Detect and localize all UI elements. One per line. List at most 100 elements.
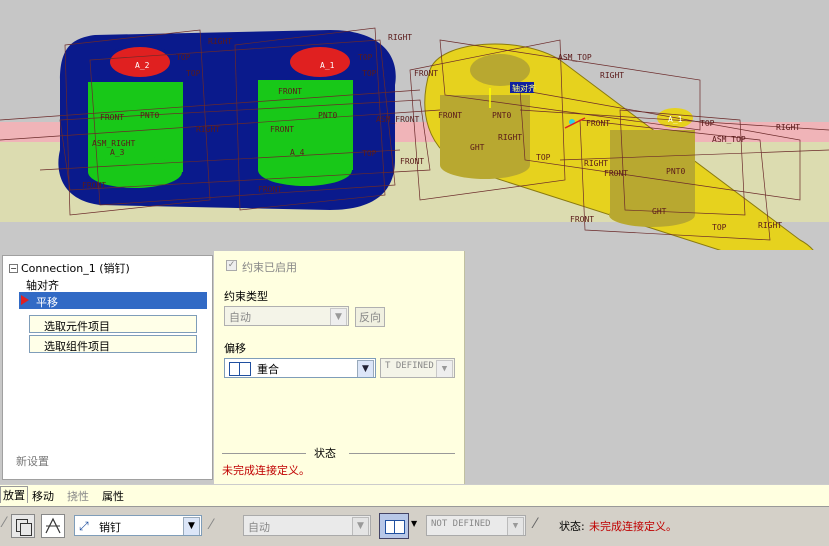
offset-toolbar-button[interactable] bbox=[379, 513, 409, 539]
datum-label-asm-front: ASM_FRONT bbox=[376, 115, 420, 124]
constraint-enabled-checkbox[interactable]: ✓ bbox=[226, 260, 237, 271]
user-defined-button[interactable] bbox=[41, 514, 65, 538]
collapse-icon[interactable]: − bbox=[9, 264, 18, 273]
datum-label-front: FRONT bbox=[400, 157, 424, 166]
datum-label-top: TOP bbox=[712, 223, 727, 232]
chevron-down-icon[interactable]: ▼ bbox=[357, 360, 374, 377]
datum-label-top: TOP bbox=[536, 153, 551, 162]
new-setup-link[interactable]: 新设置 bbox=[16, 453, 49, 469]
chevron-down-icon[interactable]: ▼ bbox=[411, 519, 417, 528]
datum-label-front: FRONT bbox=[586, 119, 610, 128]
datum-label-front: FRONT bbox=[270, 125, 294, 134]
flip-icon[interactable]: ⁄ bbox=[534, 516, 536, 532]
coincident-icon bbox=[385, 520, 405, 534]
datum-label-top: TOP bbox=[362, 69, 377, 78]
pin-connection-icon bbox=[45, 517, 61, 534]
tab-placement[interactable]: 放置 bbox=[0, 486, 28, 503]
chevron-down-icon[interactable]: ▼ bbox=[507, 517, 524, 535]
coincident-icon bbox=[229, 362, 251, 376]
datum-label-asm-top: ASM_TOP bbox=[712, 135, 746, 144]
chevron-down-icon[interactable]: ▼ bbox=[330, 308, 347, 325]
datum-label-right: RIGHT bbox=[758, 221, 782, 230]
offset-label: 偏移 bbox=[224, 342, 246, 355]
datum-label-front: FRONT bbox=[82, 181, 106, 190]
offset-value-select[interactable]: T DEFINED ▼ bbox=[380, 358, 455, 378]
toolbar-status-prefix: 状态: bbox=[559, 520, 585, 533]
toolbar-separator-icon: ⁄ bbox=[210, 517, 213, 533]
datum-label-front: FRONT bbox=[570, 215, 594, 224]
toolbar-separator-icon: ⁄ bbox=[3, 515, 6, 531]
datum-label-front: FRONT bbox=[258, 185, 282, 194]
status-title: 状态 bbox=[314, 447, 336, 460]
datum-label-a1: A_1 bbox=[320, 61, 335, 70]
offset-value: 重合 bbox=[257, 363, 279, 376]
datum-label-top: TOP bbox=[176, 53, 191, 62]
datum-label-front: FRONT bbox=[438, 111, 462, 120]
tree-item-translate-label: 平移 bbox=[36, 296, 58, 309]
constraint-tree-panel: − Connection_1 (销钉) 轴对齐 平移 选取元件项目 选取组件项目 … bbox=[2, 255, 213, 480]
datum-label-top: TOP bbox=[700, 119, 715, 128]
select-component-item-button[interactable]: 选取元件项目 bbox=[29, 315, 197, 333]
tree-root-connection[interactable]: − Connection_1 (销钉) bbox=[9, 260, 130, 276]
datum-label-top: TOP bbox=[358, 53, 373, 62]
constraint-type-toolbar-value: 自动 bbox=[248, 521, 270, 534]
viewport-canvas[interactable]: RIGHT RIGHT TOP TOP TOP TOP FRONT FRONT … bbox=[0, 0, 829, 250]
offset-toolbar-value: NOT DEFINED bbox=[431, 519, 491, 529]
status-divider-right bbox=[349, 453, 455, 454]
constraint-properties-panel: ✓ 约束已启用 约束类型 自动 ▼ 反向 偏移 重合 ▼ T DEFINED ▼… bbox=[214, 251, 465, 484]
datum-label-ght: GHT bbox=[652, 207, 667, 216]
datum-label-right: RIGHT bbox=[584, 159, 608, 168]
bottom-toolbar: ⁄ ⤢ 销钉 ▼ ⁄ 自动 ▼ ▼ NOT DEFINED ▼ ⁄ 状态: 未完… bbox=[0, 506, 829, 546]
red-arrow-icon bbox=[21, 295, 29, 305]
datum-label-right: RIGHT bbox=[196, 125, 220, 134]
datum-label-a2: A_2 bbox=[135, 61, 150, 70]
toolbar-status-text: 未完成连接定义。 bbox=[589, 520, 677, 533]
datum-label-right: RIGHT bbox=[208, 37, 232, 46]
datum-label-right: RIGHT bbox=[776, 123, 800, 132]
datum-label-pnt0: PNT0 bbox=[492, 111, 511, 120]
chevron-down-icon[interactable]: ▼ bbox=[436, 360, 453, 377]
offset-select[interactable]: 重合 ▼ bbox=[224, 358, 376, 378]
datum-label-front: FRONT bbox=[414, 69, 438, 78]
datum-label-pnt0: PNT0 bbox=[318, 111, 337, 120]
tree-item-translate[interactable]: 平移 bbox=[19, 292, 207, 309]
datum-label-ght: GHT bbox=[470, 143, 485, 152]
pin-type-icon: ⤢ bbox=[79, 519, 89, 533]
reverse-button[interactable]: 反向 bbox=[355, 307, 385, 327]
datum-label-a4: A_4 bbox=[290, 148, 305, 157]
datum-label-a3: A_3 bbox=[110, 148, 125, 157]
status-text: 未完成连接定义。 bbox=[222, 464, 310, 477]
model-viewport[interactable]: RIGHT RIGHT TOP TOP TOP TOP FRONT FRONT … bbox=[0, 0, 829, 250]
constraint-marker-label: 轴对齐 bbox=[512, 83, 536, 93]
constraint-type-select[interactable]: 自动 ▼ bbox=[224, 306, 349, 326]
tree-root-label: Connection_1 (销钉) bbox=[21, 262, 130, 275]
component-window-button[interactable] bbox=[11, 514, 35, 538]
datum-label-front: FRONT bbox=[604, 169, 628, 178]
dashboard-tabs: 放置 移动 挠性 属性 bbox=[0, 484, 829, 507]
chevron-down-icon[interactable]: ▼ bbox=[352, 517, 369, 535]
datum-label-top: TOP bbox=[362, 149, 377, 158]
select-assembly-item-button[interactable]: 选取组件项目 bbox=[29, 335, 197, 353]
datum-label-top: TOP bbox=[186, 69, 201, 78]
datum-label-front: FRONT bbox=[100, 113, 124, 122]
tab-flexibility[interactable]: 挠性 bbox=[67, 488, 89, 504]
datum-label-asm-right: ASM_RIGHT bbox=[92, 139, 136, 148]
constraint-type-toolbar-select[interactable]: 自动 ▼ bbox=[243, 515, 371, 536]
datum-label-right: RIGHT bbox=[498, 133, 522, 142]
tab-properties[interactable]: 属性 bbox=[102, 488, 124, 504]
datum-label-front: FRONT bbox=[278, 87, 302, 96]
status-divider-left bbox=[222, 453, 306, 454]
datum-label-asm-top: ASM_TOP bbox=[558, 53, 592, 62]
tree-item-axis-align[interactable]: 轴对齐 bbox=[26, 277, 59, 293]
datum-label-right: RIGHT bbox=[388, 33, 412, 42]
datum-label-pnt0: PNT0 bbox=[666, 167, 685, 176]
connection-type-select[interactable]: ⤢ 销钉 ▼ bbox=[74, 515, 202, 536]
tab-move[interactable]: 移动 bbox=[32, 488, 54, 504]
constraint-type-value: 自动 bbox=[229, 311, 251, 324]
datum-label-right: RIGHT bbox=[600, 71, 624, 80]
constraint-enabled-label: 约束已启用 bbox=[242, 261, 297, 274]
constraint-type-label: 约束类型 bbox=[224, 290, 268, 303]
offset-toolbar-value-select[interactable]: NOT DEFINED ▼ bbox=[426, 515, 526, 536]
chevron-down-icon[interactable]: ▼ bbox=[183, 517, 200, 535]
offset-extra-value: T DEFINED bbox=[385, 361, 434, 371]
